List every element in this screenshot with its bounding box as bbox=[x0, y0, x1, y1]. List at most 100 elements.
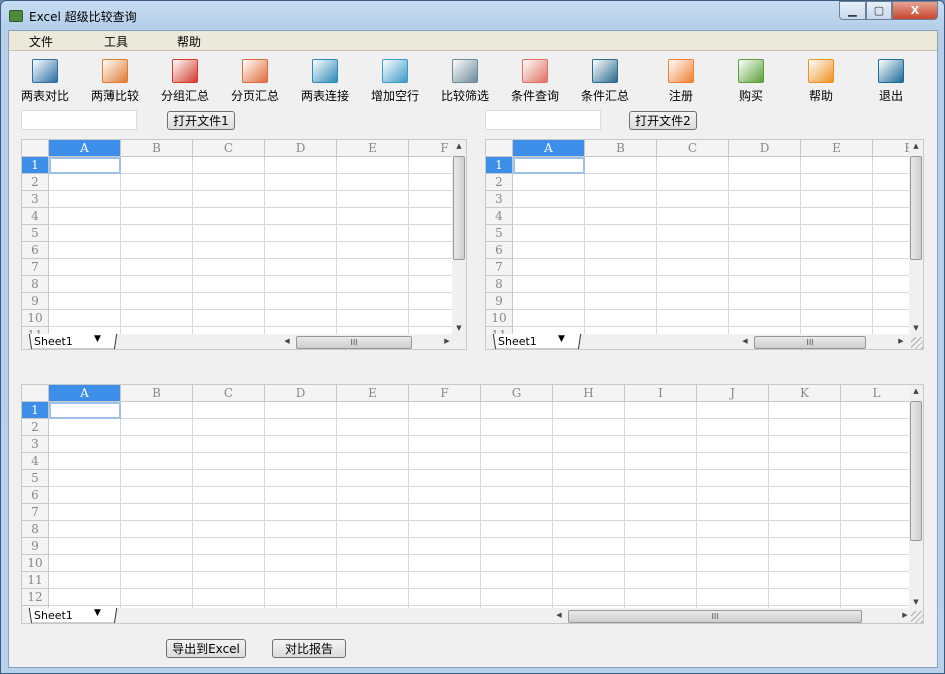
cell-J1[interactable] bbox=[697, 402, 769, 419]
cell-I1[interactable] bbox=[625, 402, 697, 419]
cell-A7[interactable] bbox=[513, 259, 585, 276]
cell-L9[interactable] bbox=[841, 538, 913, 555]
cell-C10[interactable] bbox=[657, 310, 729, 327]
cell-D1[interactable] bbox=[729, 157, 801, 174]
cell-L6[interactable] bbox=[841, 487, 913, 504]
cell-K8[interactable] bbox=[769, 521, 841, 538]
cell-A8[interactable] bbox=[49, 521, 121, 538]
cell-J5[interactable] bbox=[697, 470, 769, 487]
toolbar-button-join-tables[interactable]: 两表连接 bbox=[293, 59, 357, 104]
cell-C9[interactable] bbox=[657, 293, 729, 310]
cell-L3[interactable] bbox=[841, 436, 913, 453]
cell-E5[interactable] bbox=[337, 470, 409, 487]
resize-grip-icon[interactable] bbox=[911, 611, 923, 623]
cell-G3[interactable] bbox=[481, 436, 553, 453]
cell-J8[interactable] bbox=[697, 521, 769, 538]
cell-B4[interactable] bbox=[121, 453, 193, 470]
vertical-scroll-thumb[interactable] bbox=[910, 156, 922, 260]
horizontal-scroll-thumb[interactable]: III bbox=[754, 336, 866, 349]
cell-L7[interactable] bbox=[841, 504, 913, 521]
cell-C1[interactable] bbox=[193, 402, 265, 419]
row-header-9[interactable]: 9 bbox=[22, 293, 49, 310]
cell-D2[interactable] bbox=[265, 419, 337, 436]
cell-I10[interactable] bbox=[625, 555, 697, 572]
toolbar-button-exit[interactable]: 退出 bbox=[859, 59, 923, 104]
cell-B7[interactable] bbox=[121, 259, 193, 276]
cell-E6[interactable] bbox=[337, 242, 409, 259]
column-header-I[interactable]: I bbox=[625, 385, 697, 402]
cell-C5[interactable] bbox=[193, 225, 265, 242]
scroll-left-arrow[interactable]: ◀ bbox=[552, 611, 566, 619]
column-header-A[interactable]: A bbox=[49, 140, 121, 157]
cell-D2[interactable] bbox=[729, 174, 801, 191]
cell-G10[interactable] bbox=[481, 555, 553, 572]
scroll-left-arrow[interactable]: ◀ bbox=[280, 337, 294, 345]
cell-G4[interactable] bbox=[481, 453, 553, 470]
cell-H12[interactable] bbox=[553, 589, 625, 606]
cell-A7[interactable] bbox=[49, 259, 121, 276]
cell-D7[interactable] bbox=[729, 259, 801, 276]
cell-H9[interactable] bbox=[553, 538, 625, 555]
cell-K11[interactable] bbox=[769, 572, 841, 589]
cell-A7[interactable] bbox=[49, 504, 121, 521]
cell-K10[interactable] bbox=[769, 555, 841, 572]
cell-B8[interactable] bbox=[121, 521, 193, 538]
cell-D1[interactable] bbox=[265, 157, 337, 174]
column-header-L[interactable]: L bbox=[841, 385, 913, 402]
cell-H3[interactable] bbox=[553, 436, 625, 453]
cell-G8[interactable] bbox=[481, 521, 553, 538]
menu-help[interactable]: 帮助 bbox=[165, 31, 213, 50]
cell-C12[interactable] bbox=[193, 589, 265, 606]
cell-D11[interactable] bbox=[265, 572, 337, 589]
column-header-B[interactable]: B bbox=[121, 140, 193, 157]
cell-A5[interactable] bbox=[49, 470, 121, 487]
cell-C4[interactable] bbox=[657, 208, 729, 225]
column-header-F[interactable]: F bbox=[409, 385, 481, 402]
scroll-down-arrow[interactable]: ▼ bbox=[452, 324, 466, 332]
cell-K2[interactable] bbox=[769, 419, 841, 436]
cell-D5[interactable] bbox=[729, 225, 801, 242]
cell-B12[interactable] bbox=[121, 589, 193, 606]
toolbar-button-page-summary[interactable]: 分页汇总 bbox=[223, 59, 287, 104]
cell-B4[interactable] bbox=[585, 208, 657, 225]
cell-D8[interactable] bbox=[265, 521, 337, 538]
cell-I2[interactable] bbox=[625, 419, 697, 436]
cell-D4[interactable] bbox=[265, 208, 337, 225]
cell-G11[interactable] bbox=[481, 572, 553, 589]
row-header-2[interactable]: 2 bbox=[486, 174, 513, 191]
cell-F7[interactable] bbox=[409, 504, 481, 521]
menu-tools[interactable]: 工具 bbox=[92, 31, 140, 50]
cell-D7[interactable] bbox=[265, 259, 337, 276]
sheet-dropdown-icon[interactable]: ▼ bbox=[558, 334, 565, 344]
cell-F9[interactable] bbox=[409, 538, 481, 555]
cell-E3[interactable] bbox=[801, 191, 873, 208]
scroll-up-arrow[interactable]: ▲ bbox=[909, 387, 923, 395]
corner-cell[interactable] bbox=[22, 140, 49, 157]
scroll-right-arrow[interactable]: ▶ bbox=[898, 611, 912, 619]
cell-B9[interactable] bbox=[121, 293, 193, 310]
cell-L1[interactable] bbox=[841, 402, 913, 419]
row-header-2[interactable]: 2 bbox=[22, 419, 49, 436]
scroll-left-arrow[interactable]: ◀ bbox=[738, 337, 752, 345]
cell-H7[interactable] bbox=[553, 504, 625, 521]
cell-I8[interactable] bbox=[625, 521, 697, 538]
sheet-tab[interactable]: Sheet1 ▼ bbox=[22, 333, 152, 349]
column-header-D[interactable]: D bbox=[265, 385, 337, 402]
cell-B6[interactable] bbox=[585, 242, 657, 259]
cell-A6[interactable] bbox=[49, 487, 121, 504]
cell-B2[interactable] bbox=[585, 174, 657, 191]
cell-A4[interactable] bbox=[513, 208, 585, 225]
cell-E7[interactable] bbox=[337, 504, 409, 521]
cell-J7[interactable] bbox=[697, 504, 769, 521]
vertical-scrollbar[interactable]: ▲ ▼ bbox=[909, 385, 923, 608]
spreadsheet-file2[interactable]: ABCDEF1234567891011▲▼Sheet1▼◀III▶ bbox=[485, 139, 924, 350]
vertical-scrollbar[interactable]: ▲ ▼ bbox=[909, 140, 923, 334]
column-header-E[interactable]: E bbox=[337, 385, 409, 402]
row-header-5[interactable]: 5 bbox=[22, 225, 49, 242]
cell-K6[interactable] bbox=[769, 487, 841, 504]
cell-E10[interactable] bbox=[801, 310, 873, 327]
cell-A5[interactable] bbox=[513, 225, 585, 242]
cell-A9[interactable] bbox=[513, 293, 585, 310]
cell-K12[interactable] bbox=[769, 589, 841, 606]
cell-L12[interactable] bbox=[841, 589, 913, 606]
